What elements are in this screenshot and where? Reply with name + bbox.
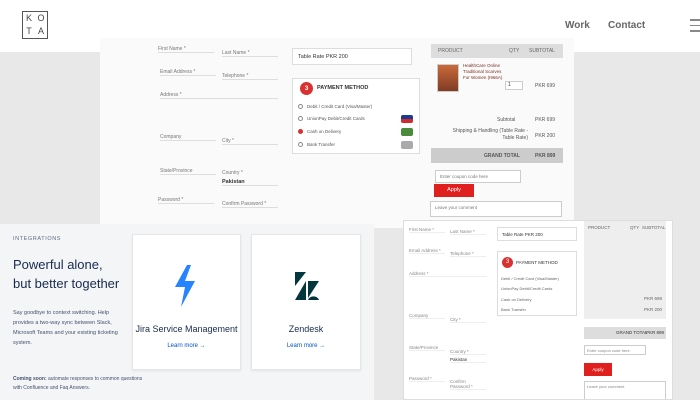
mini-payment-option[interactable]: Cash on Delivery [501,297,531,302]
payment-option-cod[interactable]: Cash on Delivery [298,129,341,135]
zendesk-learn-more-link[interactable]: Learn more → [252,343,360,349]
jira-logo-icon [175,265,195,307]
hamburger-menu-icon[interactable] [690,19,700,36]
mini-field[interactable]: State/Province [409,345,445,351]
mini-field[interactable]: Confirm Password * [450,379,486,390]
telephone-field[interactable]: Telephone * [222,73,278,80]
logo-letter: T [26,26,32,36]
jira-card-title: Jira Service Management [135,324,238,334]
nav-work-link[interactable]: Work [565,20,590,31]
state-select[interactable]: State/Province [160,168,216,175]
payment-option-bank[interactable]: Bank Transfer [298,142,335,148]
shipping-value: PKR 200 [535,133,556,139]
logo-letter: A [37,26,44,36]
shipping-rate-box: Table Rate PKR 200 [292,48,412,65]
grand-total-row: GRAND TOTAL PKR 899 [431,148,563,163]
mini-field: Pakistan [450,357,486,363]
product-thumbnail[interactable] [437,64,459,92]
logo-letter: O [37,13,45,23]
bank-icon [401,141,413,149]
visa-card-icon [401,115,413,123]
integrations-footnote: Coming soon: automate responses to commo… [13,375,143,393]
mini-field[interactable]: Password * [409,376,445,382]
comment-textarea[interactable]: Leave your comment [430,201,562,217]
product-name[interactable]: HealthCare Online Traditional Scarves Fo… [463,63,505,81]
cash-icon [401,128,413,136]
mini-col-product: PRODUCT [588,225,611,230]
footnote-bold: Coming soon: [13,376,47,382]
mini-step-number: 3 [502,257,513,268]
quantity-stepper[interactable]: 1 [505,81,523,90]
mini-field[interactable]: Email Address * [409,248,445,254]
mini-subtotal: PKR 699 [644,296,663,301]
mini-field[interactable]: Telephone * [450,251,486,257]
integrations-eyebrow: INTEGRATIONS [13,236,62,242]
order-summary: PRODUCT QTY SUBTOTAL [431,44,563,58]
apply-button[interactable]: Apply [434,184,474,197]
mini-shipping: PKR 200 [644,307,663,312]
password-field[interactable]: Password * [158,197,214,204]
first-name-field[interactable]: First Name * [158,46,214,53]
mini-payment-option[interactable]: UnionPay Debit/Credit Cards [501,286,552,291]
grand-total-label: GRAND TOTAL [484,153,520,159]
col-qty: QTY [509,48,520,54]
nav-contact-link[interactable]: Contact [608,20,645,31]
mini-payment-title: PAYMENT METHOD [516,260,558,265]
mini-field[interactable]: Address * [409,271,487,277]
zendesk-card-title: Zendesk [288,324,324,334]
col-product: PRODUCT [438,48,463,54]
jira-learn-more-link[interactable]: Learn more → [133,343,240,349]
product-subtotal: PKR 699 [535,83,556,89]
jira-card[interactable]: Jira Service Management Learn more → [132,234,241,370]
payment-option-card[interactable]: Debit / Credit Card (Visa/Master) [298,104,372,110]
mini-payment-option[interactable]: Bank Transfer [501,307,526,312]
col-subtotal: SUBTOTAL [529,48,555,54]
mini-coupon-input[interactable]: Enter coupon code here [584,345,646,355]
mini-checkout-preview: First Name * Last Name * Email Address *… [403,220,673,400]
mini-grand-value: PKR 899 [646,330,665,335]
payment-option-unionpay[interactable]: UnionPay Debit/Credit Cards [298,116,365,122]
subtotal-label: Subtotal [497,117,516,123]
company-field[interactable]: Company [160,134,216,141]
country-value: Pakistan [222,179,245,185]
payment-method-box: 3 PAYMENT METHOD Debit / Credit Card (Vi… [292,78,420,154]
logo-letter: K [25,13,32,23]
integrations-headline: Powerful alone, but better together [13,257,120,291]
mini-payment-box: 3 PAYMENT METHOD Debit / Credit Card (Vi… [497,251,577,316]
mini-comment-textarea[interactable]: Leave your comment [584,381,666,399]
mini-col-qty: QTY [630,225,640,230]
mini-field[interactable]: Company [409,313,445,319]
mini-col-subtotal: SUBTOTAL [642,225,666,230]
mini-order-summary: PRODUCT QTY SUBTOTAL PKR 699 PKR 200 [584,221,666,319]
mini-apply-button[interactable]: Apply [584,363,612,376]
email-field[interactable]: Email Address * [160,69,216,76]
country-select[interactable]: Country * Pakistan [222,170,278,186]
step-number: 3 [300,82,313,95]
coupon-input[interactable]: Enter coupon code here [435,170,521,183]
order-header: PRODUCT QTY SUBTOTAL [431,44,563,58]
kota-logo[interactable]: K O T A [22,11,48,39]
payment-title: PAYMENT METHOD [317,85,369,91]
subtotal-value: PKR 699 [535,117,556,123]
mini-field[interactable]: City * [450,317,486,323]
mini-field[interactable]: First Name * [409,227,445,233]
address-field[interactable]: Address * [160,92,278,99]
shipping-label: Shipping & Handling (Table Rate - Table … [452,128,528,141]
mini-grand-total: GRAND TOTAL PKR 899 [584,327,666,339]
zendesk-logo-icon [295,272,319,300]
zendesk-card[interactable]: Zendesk Learn more → [251,234,361,370]
mini-field[interactable]: Last Name * [450,229,486,235]
grand-total-value: PKR 899 [535,153,556,159]
last-name-field[interactable]: Last Name * [222,50,278,57]
mini-payment-option[interactable]: Debit / Credit Card (Visa/Master) [501,276,559,281]
city-field[interactable]: City * [222,138,278,145]
integrations-subtext: Say goodbye to context switching. Help p… [13,310,118,346]
confirm-password-field[interactable]: Confirm Password * [222,201,278,208]
country-label: Country * [222,170,243,176]
mini-field[interactable]: Country * [450,349,486,355]
mini-grand-label: GRAND TOTAL [616,330,648,335]
mini-shipping-rate: Table Rate PKR 200 [497,227,577,241]
